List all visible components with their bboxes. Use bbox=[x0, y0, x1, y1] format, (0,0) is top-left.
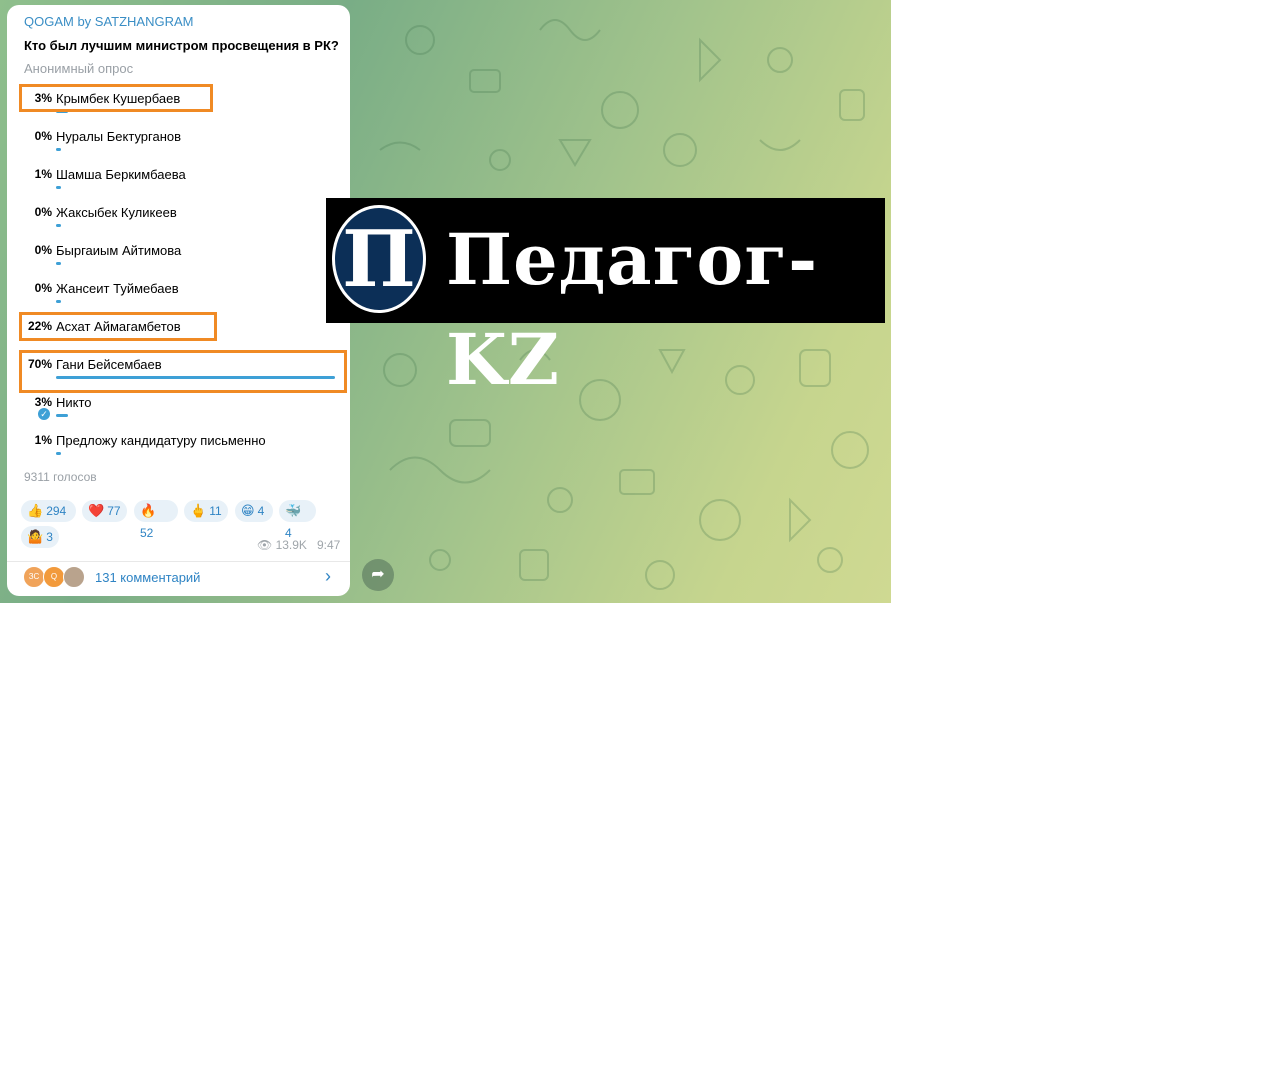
reaction-emoji-icon: 👍 bbox=[27, 503, 44, 518]
reaction-count: 77 bbox=[107, 504, 121, 518]
channel-name[interactable]: QOGAM by SATZHANGRAM bbox=[24, 14, 194, 29]
reaction-chip[interactable]: 🤷 3 bbox=[21, 526, 59, 548]
reaction-chip[interactable]: 🐳4 bbox=[279, 500, 316, 540]
reaction-chip[interactable]: 🖕 11 bbox=[184, 500, 228, 522]
share-forward-button[interactable]: ➦ bbox=[362, 559, 394, 591]
message-meta: 👁 13.9K 9:47 bbox=[257, 538, 340, 552]
poll-option-percent: 3% bbox=[34, 395, 52, 409]
reaction-chip[interactable]: 👍 294 bbox=[21, 500, 76, 522]
reaction-chip[interactable]: 😁 4 bbox=[235, 500, 273, 522]
poll-message-card: QOGAM by SATZHANGRAM Кто был лучшим мини… bbox=[7, 5, 350, 596]
poll-option-percent: 0% bbox=[34, 243, 52, 257]
poll-type-label: Анонимный опрос bbox=[24, 61, 134, 76]
logo-emblem: П bbox=[332, 205, 426, 313]
eye-icon: 👁 bbox=[257, 538, 273, 552]
reaction-emoji-icon: 🐳 bbox=[285, 503, 302, 518]
poll-option-label: Предложу кандидатуру письменно bbox=[56, 433, 266, 448]
reaction-count: 11 bbox=[209, 504, 222, 518]
pedagog-kz-logo: П Педагог-KZ bbox=[326, 198, 885, 401]
poll-option[interactable]: 0% Нуралы Бектурганов bbox=[7, 129, 350, 167]
poll-option-percent: 0% bbox=[34, 129, 52, 143]
poll-option-label: Нуралы Бектурганов bbox=[56, 129, 182, 144]
share-arrow-icon: ➦ bbox=[371, 566, 385, 583]
poll-option-bar bbox=[56, 186, 61, 189]
logo-letter: П bbox=[342, 214, 416, 305]
poll-option-percent: 0% bbox=[34, 205, 52, 219]
vote-count: 9311 голосов bbox=[24, 470, 97, 484]
reaction-count: 294 bbox=[46, 504, 67, 518]
reaction-chip[interactable]: 🔥 52 bbox=[134, 500, 178, 540]
highlight-box-option-7 bbox=[19, 312, 217, 341]
poll-option-label: Жаксыбек Куликеев bbox=[56, 205, 177, 220]
poll-option[interactable]: 1% Шамша Беркимбаева bbox=[7, 167, 350, 205]
message-time: 9:47 bbox=[316, 538, 341, 552]
voted-check-icon: ✓ bbox=[38, 408, 50, 420]
reaction-emoji-icon: 😁 bbox=[241, 503, 255, 518]
chevron-right-icon: › bbox=[325, 566, 331, 586]
poll-option-bar bbox=[56, 300, 61, 303]
poll-option[interactable]: 1% Предложу кандидатуру письменно bbox=[7, 433, 350, 471]
commenter-avatar: Q bbox=[43, 566, 65, 588]
poll-question: Кто был лучшим министром просвещения в Р… bbox=[24, 38, 339, 53]
poll-option-percent: 1% bbox=[34, 433, 52, 447]
comments-count-label: 131 комментарий bbox=[95, 570, 201, 585]
reaction-count: 52 bbox=[140, 526, 154, 540]
commenter-avatar: ЗС bbox=[23, 566, 45, 588]
reaction-emoji-icon: 🖕 bbox=[190, 503, 207, 518]
poll-option-bar bbox=[56, 414, 68, 417]
reaction-emoji-icon: 🤷 bbox=[27, 529, 44, 544]
poll-option-label: Жансеит Туймебаев bbox=[56, 281, 179, 296]
reaction-count: 3 bbox=[46, 530, 53, 544]
poll-option[interactable]: 0% Быргаиым Айтимова bbox=[7, 243, 350, 281]
highlight-box-option-8 bbox=[19, 350, 347, 393]
poll-option-label: Шамша Беркимбаева bbox=[56, 167, 186, 182]
comments-button[interactable]: ЗС Q 131 комментарий › bbox=[7, 561, 350, 597]
poll-option-bar bbox=[56, 452, 61, 455]
poll-option-percent: 0% bbox=[34, 281, 52, 295]
poll-option-bar bbox=[56, 262, 61, 265]
views-count: 13.9K bbox=[275, 538, 307, 552]
commenter-avatar bbox=[63, 566, 85, 588]
poll-option-percent: 1% bbox=[34, 167, 52, 181]
reaction-chip[interactable]: ❤️ 77 bbox=[82, 500, 127, 522]
poll-option-label: Быргаиым Айтимова bbox=[56, 243, 182, 258]
poll-option-label: Никто bbox=[56, 395, 92, 410]
poll-option-bar bbox=[56, 224, 61, 227]
reaction-emoji-icon: 🔥 bbox=[140, 503, 157, 518]
poll-option[interactable]: 0% Жаксыбек Куликеев bbox=[7, 205, 350, 243]
reaction-count: 4 bbox=[257, 504, 265, 518]
poll-option-bar bbox=[56, 148, 61, 151]
logo-wordmark: Педагог-KZ bbox=[446, 218, 819, 401]
poll-option[interactable]: 3% Никто ✓ bbox=[7, 395, 350, 433]
highlight-box-option-1 bbox=[19, 84, 213, 112]
reaction-emoji-icon: ❤️ bbox=[88, 503, 105, 518]
